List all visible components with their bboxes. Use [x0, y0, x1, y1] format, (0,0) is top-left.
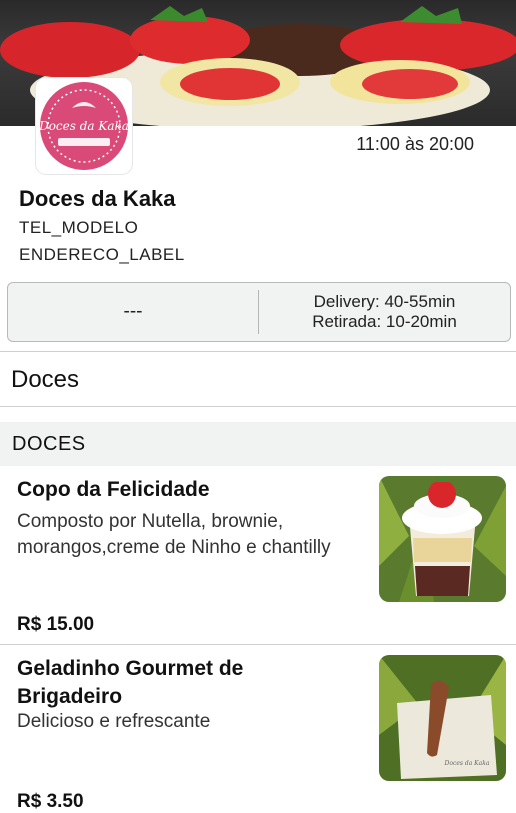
product-name: Copo da Felicidade — [17, 478, 210, 501]
product-description: Delicioso e refrescante — [17, 711, 211, 732]
product-item-copo-da-felicidade[interactable]: Copo da Felicidade Composto por Nutella,… — [0, 466, 516, 644]
delivery-info-box: --- Delivery: 40-55min Retirada: 10-20mi… — [7, 282, 511, 342]
info-placeholder: --- — [123, 301, 143, 322]
svg-text:Doces da Kaka: Doces da Kaka — [444, 760, 490, 767]
product-price: R$ 3.50 — [17, 791, 84, 812]
product-item-geladinho-gourmet[interactable]: Geladinho Gourmet de Brigadeiro Delicios… — [0, 645, 516, 812]
store-phone: TEL_MODELO — [19, 218, 139, 237]
opening-hours: 11:00 às 20:00 — [356, 134, 474, 154]
pickup-time: Retirada: 10-20min — [312, 312, 457, 331]
delivery-times: Delivery: 40-55min Retirada: 10-20min — [259, 292, 510, 332]
divider — [0, 406, 516, 407]
product-image — [379, 476, 506, 602]
svg-text:Doces da Kaka: Doces da Kaka — [38, 119, 129, 133]
store-address: ENDERECO_LABEL — [19, 245, 185, 264]
product-price: R$ 15.00 — [17, 614, 95, 635]
product-name: Geladinho Gourmet de Brigadeiro — [17, 657, 244, 708]
product-description: Composto por Nutella, brownie, morangos,… — [17, 511, 331, 558]
menu-title: Doces — [11, 366, 80, 393]
store-name: Doces da Kaka — [19, 186, 176, 211]
store-logo: Doces da Kaka — [36, 78, 132, 174]
divider — [0, 351, 516, 352]
delivery-time: Delivery: 40-55min — [313, 292, 456, 311]
category-label: DOCES — [12, 433, 86, 455]
product-image: Doces da Kaka — [379, 655, 506, 781]
category-header: DOCES — [0, 422, 516, 466]
